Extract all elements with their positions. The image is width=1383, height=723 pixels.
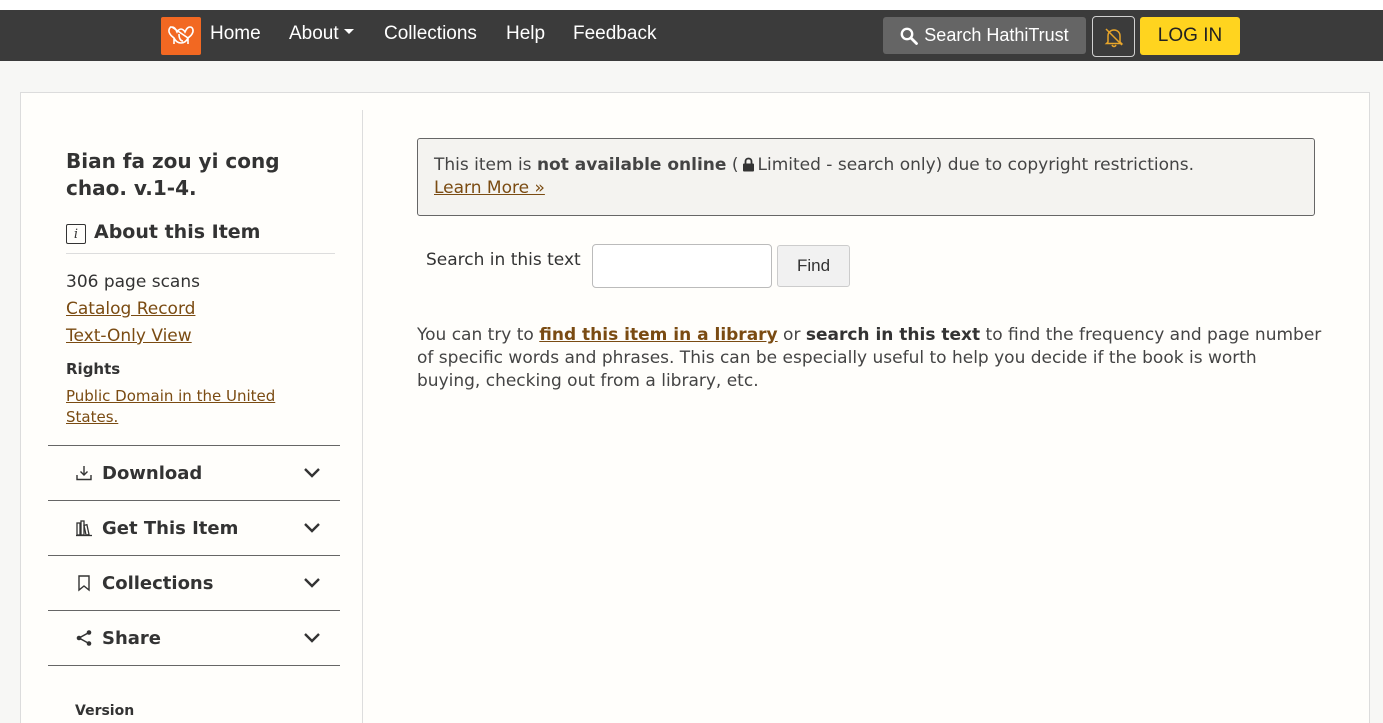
nav-collections[interactable]: Collections bbox=[384, 23, 477, 45]
top-navbar: Home About Collections Help Feedback Sea… bbox=[0, 10, 1383, 61]
about-this-item-heading: i About this Item bbox=[66, 221, 335, 254]
collections-accordion[interactable]: Collections bbox=[48, 555, 340, 610]
notifications-button[interactable] bbox=[1092, 16, 1135, 57]
alert-suffix: due to copyright restrictions. bbox=[942, 155, 1195, 175]
help-paragraph: You can try to find this item in a libra… bbox=[417, 324, 1322, 393]
top-strip bbox=[0, 0, 1383, 10]
text-only-view-link[interactable]: Text-Only View bbox=[66, 326, 192, 346]
nav-feedback[interactable]: Feedback bbox=[573, 23, 656, 45]
get-this-item-accordion[interactable]: Get This Item bbox=[48, 500, 340, 555]
bookmark-icon bbox=[74, 573, 94, 593]
version-label: Version bbox=[75, 703, 135, 719]
search-in-text-input[interactable] bbox=[592, 244, 772, 288]
share-label: Share bbox=[102, 627, 162, 649]
accordion-divider bbox=[48, 665, 340, 666]
search-icon bbox=[900, 27, 919, 45]
nav-home[interactable]: Home bbox=[210, 23, 261, 45]
share-accordion[interactable]: Share bbox=[48, 610, 340, 665]
download-accordion[interactable]: Download bbox=[48, 445, 340, 500]
rights-link[interactable]: Public Domain in the United States. bbox=[66, 386, 306, 428]
download-icon bbox=[74, 463, 94, 483]
caret-down-icon bbox=[343, 29, 354, 35]
find-in-library-link[interactable]: find this item in a library bbox=[539, 325, 777, 345]
availability-alert: This item is not available online ( Limit… bbox=[417, 138, 1315, 216]
bell-slash-icon bbox=[1104, 27, 1123, 47]
alert-paren: ( bbox=[726, 155, 739, 175]
catalog-record-link[interactable]: Catalog Record bbox=[66, 299, 195, 319]
search-hathitrust-button[interactable]: Search HathiTrust bbox=[883, 17, 1086, 54]
rights-label: Rights bbox=[66, 360, 121, 378]
chevron-down-icon bbox=[304, 578, 320, 588]
help-bold: search in this text bbox=[805, 325, 981, 345]
info-icon: i bbox=[66, 224, 86, 244]
search-in-text-label: Search in this text bbox=[426, 250, 581, 270]
get-this-item-label: Get This Item bbox=[102, 517, 239, 539]
library-books-icon bbox=[74, 518, 94, 538]
find-button[interactable]: Find bbox=[777, 245, 850, 287]
nav-help[interactable]: Help bbox=[506, 23, 545, 45]
nav-about[interactable]: About bbox=[289, 23, 354, 45]
learn-more-link[interactable]: Learn More » bbox=[434, 178, 545, 198]
alert-restriction: Limited - search only) bbox=[757, 155, 943, 175]
sidebar-divider bbox=[362, 110, 363, 723]
chevron-down-icon bbox=[304, 633, 320, 643]
help-text-1: You can try to bbox=[417, 325, 540, 345]
help-text-2: or bbox=[777, 325, 806, 345]
alert-prefix: This item is bbox=[434, 155, 537, 175]
chevron-down-icon bbox=[304, 523, 320, 533]
hathitrust-logo-icon[interactable] bbox=[161, 17, 201, 55]
download-label: Download bbox=[102, 462, 203, 484]
lock-icon bbox=[742, 157, 754, 172]
share-icon bbox=[74, 628, 94, 648]
nav-about-label: About bbox=[289, 23, 339, 44]
alert-strong: not available online bbox=[536, 155, 727, 175]
about-this-item-label: About this Item bbox=[94, 221, 261, 243]
search-hathitrust-label: Search HathiTrust bbox=[924, 25, 1069, 45]
item-title: Bian fa zou yi cong chao. v.1-4. bbox=[66, 149, 280, 200]
page-scans-count: 306 page scans bbox=[66, 272, 200, 292]
login-button[interactable]: LOG IN bbox=[1140, 17, 1240, 55]
collections-label: Collections bbox=[102, 572, 214, 594]
chevron-down-icon bbox=[304, 468, 320, 478]
